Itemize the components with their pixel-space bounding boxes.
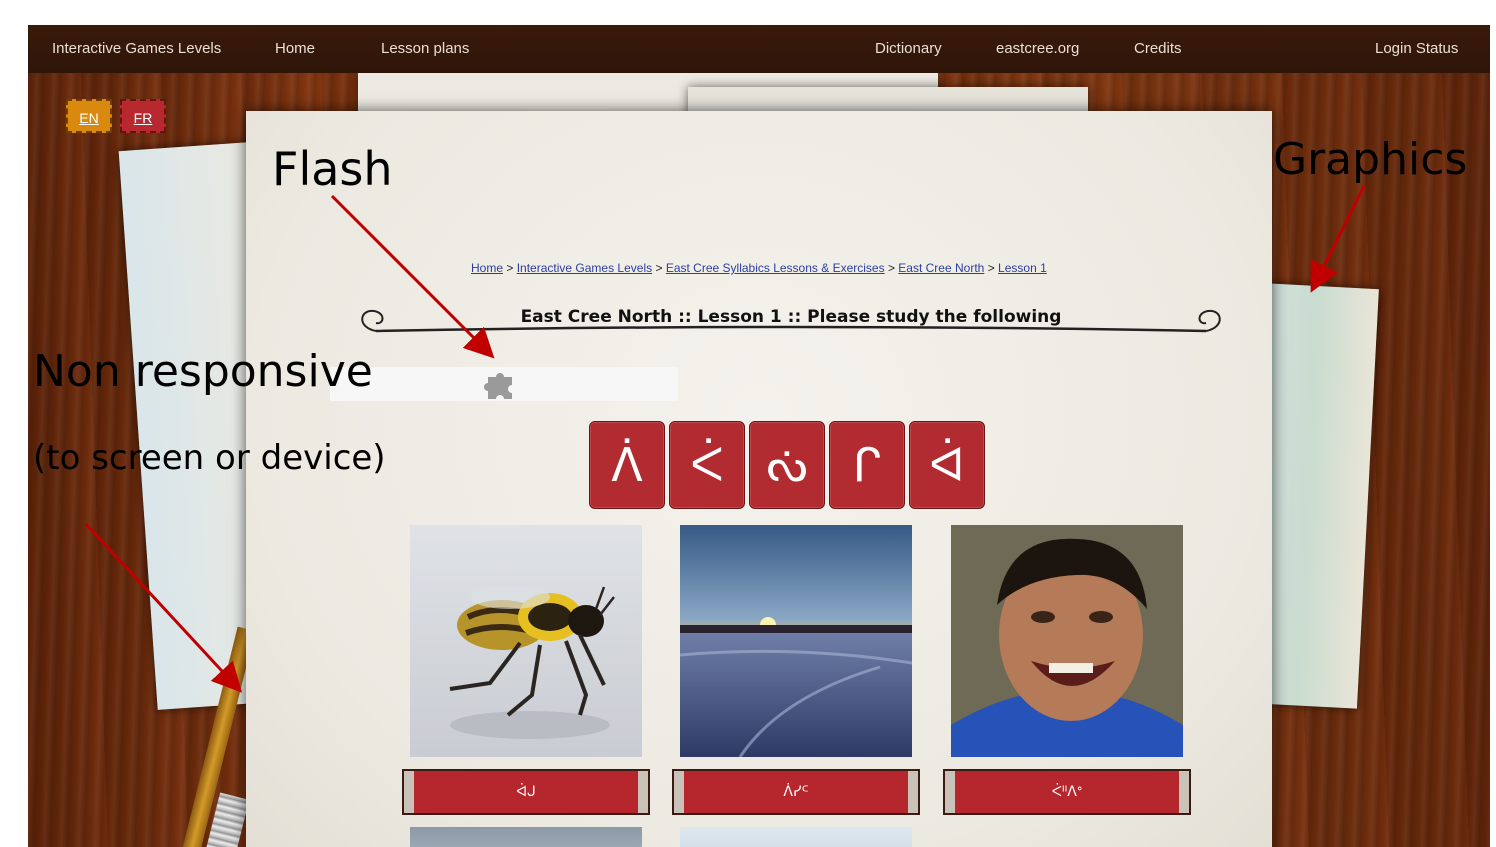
partial-image[interactable]: [410, 827, 642, 847]
breadcrumb-separator: >: [887, 261, 895, 275]
annotation-graphics: Graphics: [1273, 134, 1468, 185]
nav-home[interactable]: Home: [275, 40, 315, 57]
annotation-non-responsive: Non responsive: [33, 346, 373, 397]
nav-credits[interactable]: Credits: [1134, 40, 1182, 57]
smiling-child-image[interactable]: [951, 525, 1183, 757]
breadcrumb-separator: >: [987, 261, 995, 275]
annotation-screen-device: (to screen or device): [33, 438, 386, 478]
sunset-image[interactable]: [680, 525, 912, 757]
page-title: East Cree North :: Lesson 1 :: Please st…: [520, 307, 1062, 327]
top-navbar: Interactive Games Levels Home Lesson pla…: [28, 25, 1490, 73]
nav-lesson-plans[interactable]: Lesson plans: [381, 40, 469, 57]
breadcrumb: Home > Interactive Games Levels > East C…: [471, 261, 1047, 275]
partial-image[interactable]: [680, 827, 912, 847]
syllabic-tile[interactable]: ᒋ: [829, 421, 905, 509]
breadcrumb-separator: >: [655, 261, 663, 275]
breadcrumb-lesson[interactable]: Lesson 1: [998, 261, 1047, 275]
nav-login-status[interactable]: Login Status: [1375, 40, 1458, 57]
bee-image[interactable]: [410, 525, 642, 757]
breadcrumb-home[interactable]: Home: [471, 261, 503, 275]
lesson-paper: Home > Interactive Games Levels > East C…: [246, 111, 1272, 847]
language-fr-button[interactable]: FR: [120, 99, 166, 133]
annotation-flash: Flash: [272, 142, 393, 196]
nav-eastcree[interactable]: eastcree.org: [996, 40, 1079, 57]
flash-plugin-placeholder[interactable]: [330, 367, 678, 401]
syllabic-tile[interactable]: ᐹ: [669, 421, 745, 509]
breadcrumb-lessons[interactable]: East Cree Syllabics Lessons & Exercises: [666, 261, 885, 275]
vocab-word-button[interactable]: ᐹᐦᐱᐤ: [945, 771, 1189, 813]
breadcrumb-games[interactable]: Interactive Games Levels: [517, 261, 652, 275]
syllabic-tile[interactable]: ᐲ: [589, 421, 665, 509]
nav-dictionary[interactable]: Dictionary: [875, 40, 942, 57]
syllabic-tile[interactable]: ᔔ: [749, 421, 825, 509]
language-en-button[interactable]: EN: [66, 99, 112, 133]
syllabic-tile[interactable]: ᐋ: [909, 421, 985, 509]
missing-plugin-icon: [484, 373, 512, 399]
vocab-word-button[interactable]: ᐲᓯᒼ: [674, 771, 918, 813]
breadcrumb-north[interactable]: East Cree North: [898, 261, 984, 275]
breadcrumb-separator: >: [506, 261, 514, 275]
brand-link[interactable]: Interactive Games Levels: [52, 40, 221, 58]
vocab-word-button[interactable]: ᐋᒍ: [404, 771, 648, 813]
browser-viewport: Interactive Games Levels Home Lesson pla…: [28, 25, 1490, 847]
